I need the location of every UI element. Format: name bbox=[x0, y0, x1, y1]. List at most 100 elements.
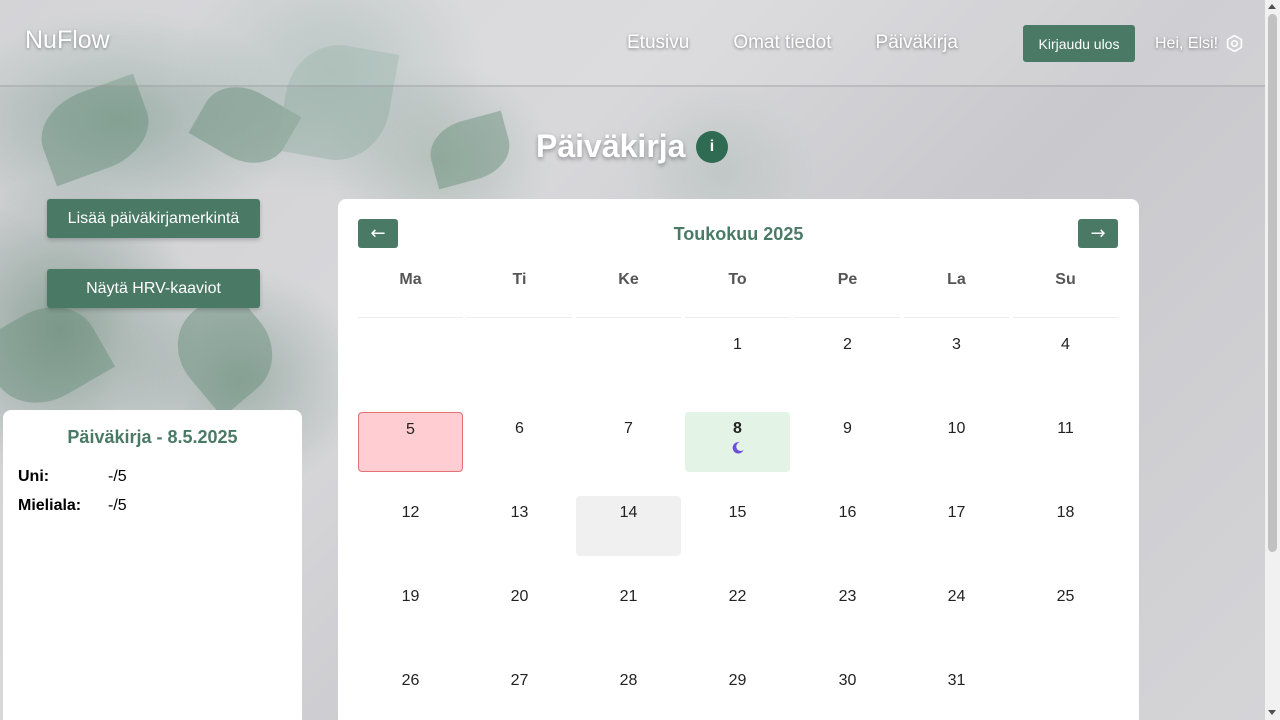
calendar: ← Toukokuu 2025 → Ma Ti Ke To Pe La Su 1 2 3 4 5 6 7 8… bbox=[338, 199, 1139, 720]
calendar-day-number: 31 bbox=[947, 672, 966, 689]
calendar-day-number: 5 bbox=[406, 421, 415, 438]
moon-icon bbox=[732, 442, 744, 454]
calendar-day[interactable]: 22 bbox=[685, 580, 790, 640]
calendar-day-number: 11 bbox=[1057, 420, 1074, 437]
weekday-divider bbox=[795, 317, 900, 318]
calendar-day[interactable]: 11 bbox=[1013, 412, 1118, 472]
calendar-day[interactable]: 3 bbox=[904, 328, 1009, 388]
gear-icon[interactable] bbox=[1225, 34, 1244, 53]
weekday-divider bbox=[685, 317, 790, 318]
weekday-divider bbox=[1013, 317, 1118, 318]
calendar-day[interactable]: 24 bbox=[904, 580, 1009, 640]
calendar-day[interactable]: 15 bbox=[685, 496, 790, 556]
info-button[interactable]: i bbox=[696, 131, 728, 163]
user-greeting: Hei, Elsi! bbox=[1155, 35, 1219, 52]
background-leaf bbox=[29, 73, 161, 187]
calendar-day-number: 22 bbox=[728, 588, 747, 605]
summary-row-mood: Mieliala: -/5 bbox=[18, 497, 127, 515]
calendar-day[interactable]: 8 bbox=[685, 412, 790, 472]
calendar-day[interactable]: 19 bbox=[358, 580, 463, 640]
background-leaf bbox=[0, 288, 116, 422]
calendar-day[interactable]: 21 bbox=[576, 580, 681, 640]
weekday-divider bbox=[576, 317, 681, 318]
calendar-day-number: 18 bbox=[1056, 504, 1075, 521]
calendar-day[interactable]: 26 bbox=[358, 664, 463, 720]
calendar-day-number: 4 bbox=[1061, 336, 1070, 353]
calendar-day-number: 27 bbox=[510, 672, 529, 689]
calendar-day[interactable]: 5 bbox=[358, 412, 463, 472]
add-entry-button[interactable]: Lisää päiväkirjamerkintä bbox=[47, 199, 260, 238]
top-header: NuFlow Etusivu Omat tiedot Päiväkirja Ki… bbox=[0, 0, 1265, 87]
calendar-day-number: 8 bbox=[733, 420, 742, 437]
calendar-day-number: 15 bbox=[728, 504, 747, 521]
summary-value: -/5 bbox=[108, 497, 127, 514]
weekday-header: Ti bbox=[512, 271, 527, 288]
calendar-day[interactable]: 29 bbox=[685, 664, 790, 720]
calendar-day-number: 3 bbox=[952, 336, 961, 353]
calendar-day[interactable]: 28 bbox=[576, 664, 681, 720]
weekday-divider bbox=[467, 317, 572, 318]
nav-omat-tiedot[interactable]: Omat tiedot bbox=[733, 32, 831, 54]
next-month-button[interactable]: → bbox=[1078, 219, 1118, 248]
summary-value: -/5 bbox=[108, 468, 127, 485]
summary-row-sleep: Uni: -/5 bbox=[18, 468, 127, 486]
calendar-day[interactable]: 17 bbox=[904, 496, 1009, 556]
calendar-day[interactable]: 23 bbox=[795, 580, 900, 640]
diary-summary-card: Päiväkirja - 8.5.2025 Uni: -/5 Mieliala: -… bbox=[3, 410, 302, 720]
nav-paivakirja[interactable]: Päiväkirja bbox=[876, 32, 958, 54]
calendar-day-number: 21 bbox=[619, 588, 638, 605]
show-hrv-charts-button[interactable]: Näytä HRV-kaaviot bbox=[47, 269, 260, 308]
calendar-day[interactable]: 25 bbox=[1013, 580, 1118, 640]
calendar-day-number: 28 bbox=[619, 672, 638, 689]
summary-title: Päiväkirja - 8.5.2025 bbox=[67, 427, 238, 447]
summary-label: Mieliala: bbox=[18, 497, 82, 514]
calendar-day[interactable]: 2 bbox=[795, 328, 900, 388]
weekday-header: La bbox=[947, 271, 966, 288]
calendar-day[interactable]: 14 bbox=[576, 496, 681, 556]
calendar-day-number: 9 bbox=[843, 420, 852, 437]
calendar-day-number: 1 bbox=[733, 336, 742, 353]
calendar-day[interactable]: 20 bbox=[467, 580, 572, 640]
calendar-day-number: 24 bbox=[947, 588, 966, 605]
calendar-day-number: 10 bbox=[947, 420, 966, 437]
calendar-day-number: 26 bbox=[401, 672, 420, 689]
weekday-header: Pe bbox=[837, 271, 858, 288]
calendar-day-number: 16 bbox=[838, 504, 857, 521]
summary-label: Uni: bbox=[18, 468, 50, 485]
weekday-header: Ke bbox=[618, 271, 639, 288]
scroll-up-icon[interactable] bbox=[1268, 4, 1276, 9]
calendar-day[interactable]: 12 bbox=[358, 496, 463, 556]
calendar-day[interactable]: 30 bbox=[795, 664, 900, 720]
calendar-day[interactable]: 13 bbox=[467, 496, 572, 556]
calendar-day-number: 14 bbox=[619, 504, 638, 521]
calendar-day-number: 19 bbox=[401, 588, 420, 605]
calendar-day[interactable]: 16 bbox=[795, 496, 900, 556]
calendar-day[interactable]: 1 bbox=[685, 328, 790, 388]
brand-logo[interactable]: NuFlow bbox=[25, 26, 110, 55]
nav-etusivu[interactable]: Etusivu bbox=[627, 32, 689, 54]
calendar-day-number: 25 bbox=[1056, 588, 1075, 605]
calendar-day-number: 2 bbox=[843, 336, 852, 353]
calendar-day[interactable]: 31 bbox=[904, 664, 1009, 720]
calendar-day[interactable]: 27 bbox=[467, 664, 572, 720]
calendar-day-number: 20 bbox=[510, 588, 529, 605]
background-leaf bbox=[423, 110, 517, 190]
scroll-thumb[interactable] bbox=[1268, 14, 1277, 552]
weekday-header: Su bbox=[1055, 271, 1076, 288]
calendar-day-number: 29 bbox=[728, 672, 747, 689]
calendar-day[interactable]: 18 bbox=[1013, 496, 1118, 556]
page-title: Päiväkirja bbox=[536, 128, 686, 164]
calendar-day[interactable]: 7 bbox=[576, 412, 681, 472]
weekday-header: Ma bbox=[399, 271, 422, 288]
page-scrollbar[interactable] bbox=[1265, 0, 1280, 720]
calendar-day[interactable]: 4 bbox=[1013, 328, 1118, 388]
calendar-day-number: 7 bbox=[624, 420, 633, 437]
calendar-day-number: 13 bbox=[510, 504, 529, 521]
logout-button[interactable]: Kirjaudu ulos bbox=[1023, 25, 1135, 62]
weekday-divider bbox=[358, 317, 463, 318]
calendar-day-number: 30 bbox=[838, 672, 857, 689]
calendar-day[interactable]: 9 bbox=[795, 412, 900, 472]
calendar-day[interactable]: 6 bbox=[467, 412, 572, 472]
calendar-day[interactable]: 10 bbox=[904, 412, 1009, 472]
scroll-down-icon[interactable] bbox=[1268, 710, 1276, 715]
